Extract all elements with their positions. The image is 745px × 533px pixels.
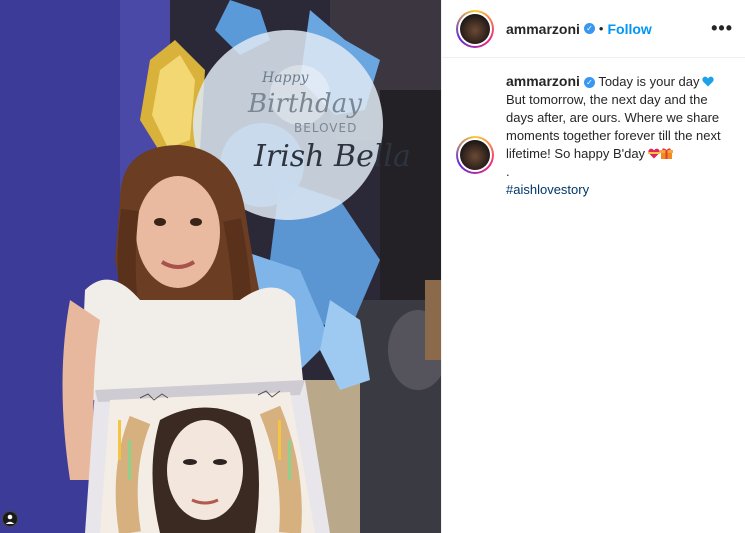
- caption-body: ammarzoni ✓ Today is your day But tomorro…: [506, 72, 731, 199]
- caption-username[interactable]: ammarzoni: [506, 73, 580, 89]
- balloon-text-beloved: BELOVED: [294, 121, 357, 135]
- caption-verified-icon: ✓: [583, 77, 595, 88]
- caption-comment: ammarzoni ✓ Today is your day But tomorro…: [442, 58, 745, 199]
- verified-badge-icon: ✓: [583, 23, 595, 34]
- separator-dot: •: [598, 21, 604, 36]
- more-options-icon[interactable]: •••: [711, 18, 733, 39]
- photo-scene: Happy Birthday BELOVED Irish Bella: [0, 0, 441, 533]
- caption-text: Today is your day: [598, 74, 700, 89]
- avatar[interactable]: [456, 9, 494, 48]
- balloon-text-happy: Happy: [261, 70, 309, 86]
- caption-dot: .: [506, 164, 510, 179]
- post-sidebar: ammarzoni ✓ • Follow ••• ammarzoni ✓ Toda…: [441, 0, 745, 533]
- user-tag-icon[interactable]: [2, 511, 18, 527]
- ribbon-heart-icon: [648, 148, 661, 159]
- hashtag-link[interactable]: #aishlovestory: [506, 181, 731, 199]
- caption-text-2: But tomorrow, the next day and the days …: [506, 92, 721, 161]
- blue-heart-icon: [702, 76, 715, 87]
- balloon-text-name: Irish Bella: [253, 139, 411, 174]
- post-photo[interactable]: Happy Birthday BELOVED Irish Bella: [0, 0, 441, 533]
- balloon-text-birthday: Birthday: [247, 89, 362, 119]
- caption-avatar[interactable]: [456, 136, 494, 174]
- gift-icon: [660, 148, 674, 159]
- post-header: ammarzoni ✓ • Follow •••: [442, 0, 745, 58]
- header-username[interactable]: ammarzoni: [506, 21, 580, 37]
- follow-button[interactable]: Follow: [607, 21, 651, 37]
